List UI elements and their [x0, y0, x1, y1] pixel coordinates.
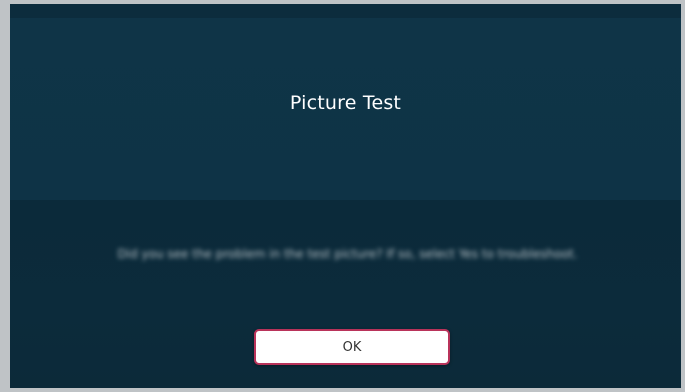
- ok-button[interactable]: OK: [254, 329, 450, 365]
- dialog-title: Picture Test: [289, 92, 402, 114]
- screen-frame: Picture Test Did you see the problem in …: [0, 0, 685, 392]
- dialog-message: Did you see the problem in the test pict…: [117, 247, 578, 261]
- picture-test-dialog: Picture Test Did you see the problem in …: [10, 4, 681, 388]
- dialog-top-band: [10, 4, 681, 18]
